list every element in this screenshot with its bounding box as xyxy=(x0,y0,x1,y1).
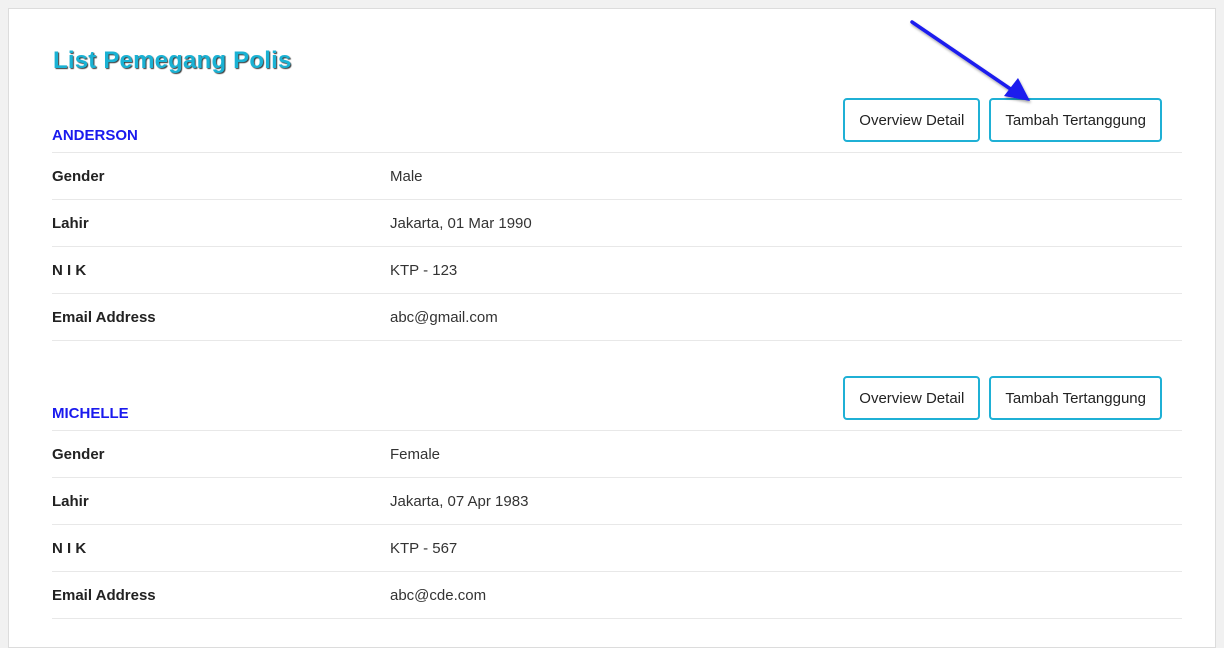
field-label: N I K xyxy=(52,539,87,557)
field-row-gender: Gender Female xyxy=(52,431,1182,478)
field-row-nik: N I K KTP - 123 xyxy=(52,247,1182,294)
tambah-tertanggung-button[interactable]: Tambah Tertanggung xyxy=(989,98,1162,142)
field-label: Lahir xyxy=(52,214,89,232)
field-row-lahir: Lahir Jakarta, 07 Apr 1983 xyxy=(52,478,1182,525)
field-label: Gender xyxy=(52,445,105,463)
holder-actions: Overview Detail Tambah Tertanggung xyxy=(843,376,1162,420)
field-label: Email Address xyxy=(52,308,156,326)
overview-detail-button[interactable]: Overview Detail xyxy=(843,376,981,420)
field-row-nik: N I K KTP - 567 xyxy=(52,525,1182,572)
holder-name: MICHELLE xyxy=(52,405,129,422)
page-title: List Pemegang Polis xyxy=(53,47,292,74)
policy-holder-card: MICHELLE Overview Detail Tambah Tertangg… xyxy=(52,376,1182,619)
holder-actions: Overview Detail Tambah Tertanggung xyxy=(843,98,1162,142)
field-row-email: Email Address abc@cde.com xyxy=(52,572,1182,619)
field-value: KTP - 123 xyxy=(390,261,458,279)
field-label: Email Address xyxy=(52,586,156,604)
field-value: abc@cde.com xyxy=(390,586,487,604)
field-row-lahir: Lahir Jakarta, 01 Mar 1990 xyxy=(52,200,1182,247)
policy-holder-card: ANDERSON Overview Detail Tambah Tertangg… xyxy=(52,98,1182,341)
field-value: Jakarta, 07 Apr 1983 xyxy=(390,492,529,510)
field-label: Gender xyxy=(52,167,105,185)
field-value: Jakarta, 01 Mar 1990 xyxy=(390,214,532,232)
field-label: Lahir xyxy=(52,492,89,510)
field-value: KTP - 567 xyxy=(390,539,458,557)
field-value: abc@gmail.com xyxy=(390,308,498,326)
field-row-gender: Gender Male xyxy=(52,153,1182,200)
tambah-tertanggung-button[interactable]: Tambah Tertanggung xyxy=(989,376,1162,420)
field-value: Female xyxy=(390,445,441,463)
overview-detail-button[interactable]: Overview Detail xyxy=(843,98,981,142)
holder-name: ANDERSON xyxy=(52,127,138,144)
holder-header: ANDERSON Overview Detail Tambah Tertangg… xyxy=(52,98,1182,153)
field-label: N I K xyxy=(52,261,87,279)
field-value: Male xyxy=(390,167,423,185)
holder-header: MICHELLE Overview Detail Tambah Tertangg… xyxy=(52,376,1182,431)
content-panel: List Pemegang Polis ANDERSON Overview De… xyxy=(8,8,1216,648)
field-row-email: Email Address abc@gmail.com xyxy=(52,294,1182,341)
